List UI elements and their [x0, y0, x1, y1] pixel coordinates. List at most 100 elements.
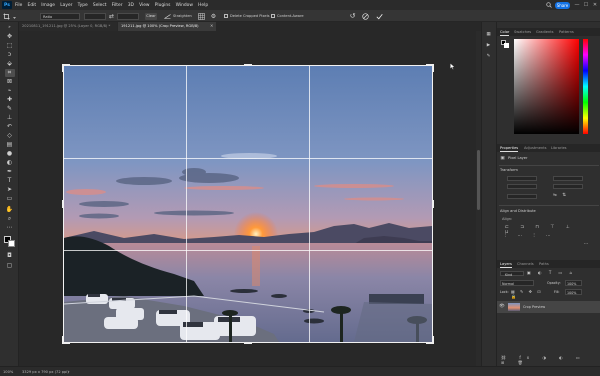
layer-filter-icons[interactable]: ▣ ◐ T ▭ ⌂ — [527, 270, 587, 275]
gradient-tool-icon[interactable]: ▤ — [5, 141, 15, 149]
transform-angle-field[interactable] — [507, 194, 537, 199]
background-color-swatch[interactable] — [8, 240, 15, 247]
flip-icons[interactable]: ⇋ ⇅ — [553, 193, 573, 198]
tab-adjustments[interactable]: Adjustments — [524, 144, 547, 152]
align-buttons-row-2[interactable]: ⫶ ⋯ ⫶ ⋯ — [505, 233, 585, 239]
brush-settings-panel-icon[interactable]: ✎ — [484, 54, 493, 59]
fill-field[interactable]: 100% — [565, 289, 582, 295]
menu-help[interactable]: Help — [198, 3, 208, 8]
swap-icon[interactable]: ⇄ — [108, 13, 115, 20]
transform-h-field[interactable] — [507, 184, 537, 189]
commit-icon[interactable] — [376, 13, 383, 20]
search-icon[interactable] — [546, 2, 552, 8]
crop-handle-bottom-right-v[interactable] — [432, 336, 434, 344]
more-options-icon[interactable]: ⋯ — [581, 242, 591, 247]
dodge-tool-icon[interactable]: ◐ — [5, 159, 15, 167]
tab-paths[interactable]: Paths — [539, 260, 549, 268]
hue-slider[interactable] — [583, 39, 588, 134]
marquee-tool-icon[interactable]: ⬚ — [5, 42, 15, 50]
share-button[interactable]: Share — [555, 1, 570, 9]
tab-document-1[interactable]: 20210811_191211.jpg @ 25% (Layer 0, RGB/… — [19, 22, 117, 31]
align-section-label[interactable]: Align and Distribute — [500, 209, 536, 213]
menu-view[interactable]: View — [139, 3, 149, 8]
eraser-tool-icon[interactable]: ◇ — [5, 132, 15, 140]
crop-handle-right-middle[interactable] — [432, 200, 434, 208]
lasso-tool-icon[interactable]: ↄ — [5, 51, 15, 59]
ratio-height-input[interactable] — [117, 12, 139, 20]
actions-panel-icon[interactable]: ▶ — [484, 43, 493, 48]
blur-tool-icon[interactable]: ● — [5, 150, 15, 158]
blend-mode-select[interactable]: Normal — [500, 280, 534, 286]
tab-gradients[interactable]: Gradients — [536, 28, 554, 36]
crop-handle-left-middle[interactable] — [62, 200, 64, 208]
tab-libraries[interactable]: Libraries — [551, 144, 567, 152]
transform-y-field[interactable] — [553, 184, 583, 189]
menu-edit[interactable]: Edit — [28, 3, 37, 8]
tool-preset-chevron-icon[interactable] — [12, 15, 16, 19]
cancel-icon[interactable] — [362, 12, 369, 20]
transform-w-field[interactable] — [507, 176, 537, 181]
menu-window[interactable]: Window — [176, 3, 193, 8]
more-tools-icon[interactable]: ⋯ — [5, 224, 15, 232]
layers-footer-icons[interactable]: ⛓ fx ◑ ◐ ▭ ⊞ 🗑 — [501, 355, 597, 365]
path-select-icon[interactable]: ➤ — [5, 186, 15, 194]
tab-properties[interactable]: Properties — [500, 144, 519, 152]
object-select-tool-icon[interactable]: ⬙ — [5, 60, 15, 68]
menu-type[interactable]: Type — [78, 3, 88, 8]
maximize-button[interactable]: ☐ — [583, 2, 589, 8]
pen-tool-icon[interactable]: ✒ — [5, 168, 15, 176]
minimize-button[interactable]: — — [574, 2, 580, 8]
crop-handle-top-left-v[interactable] — [62, 64, 64, 72]
overlay-grid-icon[interactable] — [198, 12, 205, 20]
tab-swatches[interactable]: Swatches — [514, 28, 531, 36]
type-tool-icon[interactable]: T — [5, 177, 15, 185]
canvas-scroll-thumb[interactable] — [477, 150, 480, 210]
layer-name[interactable]: Crop Preview — [523, 305, 545, 309]
straighten-icon[interactable] — [164, 13, 171, 20]
healing-tool-icon[interactable]: ✚ — [5, 96, 15, 104]
eyedropper-tool-icon[interactable]: ⌁ — [5, 87, 15, 95]
visibility-eye-icon[interactable]: 👁 — [499, 304, 505, 309]
zoom-tool-icon[interactable]: ⌕ — [5, 215, 15, 223]
move-tool-icon[interactable]: ✥ — [5, 33, 15, 41]
transform-x-field[interactable] — [553, 176, 583, 181]
menu-plugins[interactable]: Plugins — [155, 3, 171, 8]
screen-mode-icon[interactable]: ▢ — [5, 262, 15, 270]
tab-close-icon[interactable]: ✕ — [210, 23, 213, 28]
tab-layers[interactable]: Layers — [500, 260, 512, 268]
brush-tool-icon[interactable]: ✎ — [5, 105, 15, 113]
crop-bounding-box[interactable] — [63, 65, 433, 343]
crop-tool-icon[interactable] — [3, 13, 10, 20]
menu-image[interactable]: Image — [41, 3, 55, 8]
shape-tool-icon[interactable]: ▭ — [5, 195, 15, 203]
tab-channels[interactable]: Channels — [517, 260, 534, 268]
menu-file[interactable]: File — [15, 3, 22, 8]
ratio-select[interactable]: Ratio — [40, 12, 80, 20]
color-bg-swatch[interactable] — [504, 43, 509, 48]
toolbar-collapse-icon[interactable]: » — [5, 25, 15, 29]
menu-select[interactable]: Select — [93, 3, 107, 8]
opacity-field[interactable]: 100% — [565, 280, 582, 286]
menu-layer[interactable]: Layer — [60, 3, 72, 8]
history-brush-icon[interactable]: ↶ — [5, 123, 15, 131]
crop-handle-top-right-v[interactable] — [432, 64, 434, 72]
crop-tool-icon-active[interactable]: ⌗ — [4, 69, 15, 77]
content-aware-checkbox[interactable] — [271, 14, 275, 18]
quick-mask-icon[interactable]: ◘ — [5, 252, 15, 260]
stamp-tool-icon[interactable]: ⊥ — [5, 114, 15, 122]
straighten-label[interactable]: Straighten — [173, 14, 192, 18]
delete-cropped-checkbox[interactable] — [224, 14, 228, 18]
color-picker-field[interactable] — [514, 39, 579, 134]
menu-filter[interactable]: Filter — [112, 3, 123, 8]
lock-icons[interactable]: ▦ ✎ ✥ ⊡ 🔒 — [511, 289, 547, 299]
ratio-width-input[interactable] — [84, 12, 106, 20]
tab-color[interactable]: Color — [500, 28, 510, 36]
crop-handle-top-middle[interactable] — [244, 64, 252, 66]
history-panel-icon[interactable]: ▦ — [484, 32, 493, 37]
menu-3d[interactable]: 3D — [128, 3, 134, 8]
crop-handle-bottom-middle[interactable] — [244, 342, 252, 344]
tab-patterns[interactable]: Patterns — [559, 28, 574, 36]
crop-handle-bottom-left-v[interactable] — [62, 336, 64, 344]
close-window-button[interactable]: ✕ — [592, 2, 598, 8]
status-arrow-icon[interactable]: › — [68, 369, 70, 374]
